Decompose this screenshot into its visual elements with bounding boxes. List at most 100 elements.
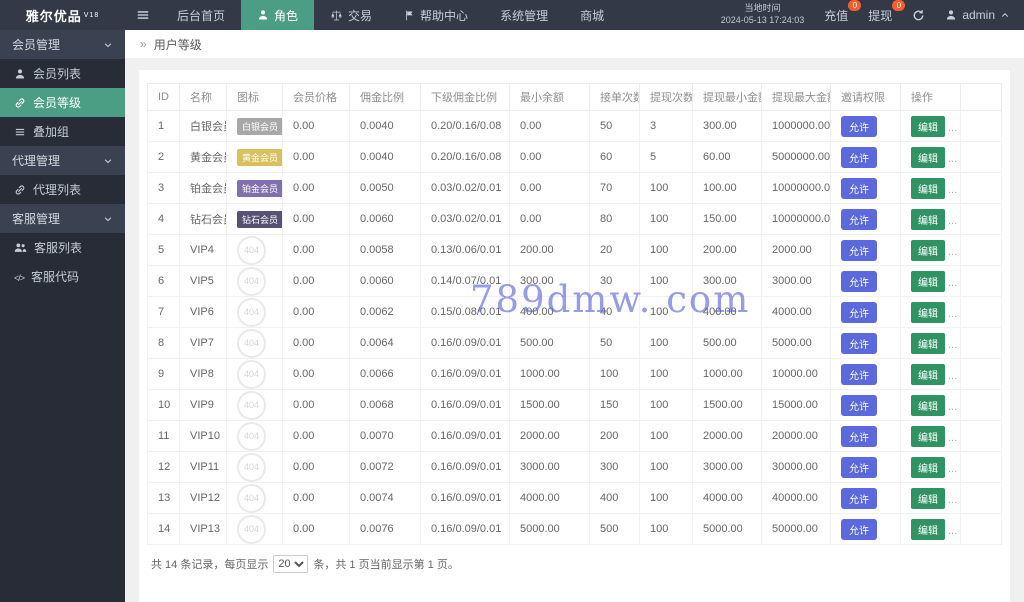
cell-sub-commission-rate: 0.03/0.02/0.01 <box>420 203 510 235</box>
cell-name: VIP4 <box>179 234 227 266</box>
allow-badge[interactable]: 允许 <box>841 363 877 385</box>
column-header: 图标 <box>226 83 283 111</box>
content-area: ID名称图标会员价格佣金比例下级佣金比例最小余额接单次数提现次数提现最小金额提现… <box>125 58 1024 602</box>
sidebar-toggle-button[interactable] <box>125 0 161 30</box>
cell-name: VIP5 <box>179 265 227 297</box>
menu-item[interactable]: 系统管理 <box>484 0 564 30</box>
edit-button[interactable]: 编辑 <box>911 425 945 447</box>
cell-invite-permission: 允许 <box>830 265 901 297</box>
cell-icon: 404 <box>226 234 283 266</box>
edit-button[interactable]: 编辑 <box>911 487 945 509</box>
cell-name: 白银会员 <box>179 110 227 142</box>
edit-button[interactable]: 编辑 <box>911 115 945 137</box>
cell-order-count: 60 <box>589 141 640 173</box>
column-header: 提现最小金额 <box>692 83 762 111</box>
sidebar-item[interactable]: 叠加组 <box>0 117 125 146</box>
edit-button[interactable]: 编辑 <box>911 363 945 385</box>
sidebar-item[interactable]: 客服管理 <box>0 204 125 233</box>
cell-commission-rate: 0.0068 <box>349 389 421 421</box>
menu-item[interactable]: 角色 <box>241 0 315 30</box>
cell-actions: 编辑... <box>900 203 961 235</box>
recharge-link[interactable]: 充值 0 <box>824 0 862 24</box>
user-menu[interactable]: admin <box>945 8 1010 22</box>
sidebar-item[interactable]: 客服列表 <box>0 233 125 262</box>
cell-commission-rate: 0.0060 <box>349 265 421 297</box>
app-title: 雅尔优品 <box>25 8 82 24</box>
cell-withdraw-count: 100 <box>639 234 693 266</box>
allow-badge[interactable]: 允许 <box>841 487 877 509</box>
edit-button[interactable]: 编辑 <box>911 208 945 230</box>
allow-badge[interactable]: 允许 <box>841 394 877 416</box>
chevron-up-icon <box>1000 10 1010 20</box>
allow-badge[interactable]: 允许 <box>841 301 877 323</box>
menu-item[interactable]: 后台首页 <box>161 0 241 30</box>
sidebar-item[interactable]: </> 客服代码 <box>0 262 125 291</box>
allow-badge[interactable]: 允许 <box>841 115 877 137</box>
broken-image-404-placeholder: 404 <box>237 514 266 544</box>
sidebar-item[interactable]: 会员列表 <box>0 59 125 88</box>
table-row: 11 VIP10 404 0.00 0.0070 0.16/0.09/0.01 2000.0… <box>147 420 1002 452</box>
cell-icon: 404 <box>226 358 283 390</box>
page-size-select[interactable]: 20 <box>273 555 309 573</box>
allow-badge[interactable]: 允许 <box>841 332 877 354</box>
edit-button[interactable]: 编辑 <box>911 518 945 540</box>
withdraw-count-badge: 0 <box>892 0 906 11</box>
edit-button[interactable]: 编辑 <box>911 270 945 292</box>
person-icon <box>14 68 26 80</box>
withdraw-link[interactable]: 提现 0 <box>868 0 906 24</box>
level-badge: 铂金会员 <box>237 179 282 197</box>
edit-button[interactable]: 编辑 <box>911 301 945 323</box>
sidebar-item-label: 客服代码 <box>31 270 80 284</box>
sidebar-item[interactable]: 代理列表 <box>0 175 125 204</box>
allow-badge[interactable]: 允许 <box>841 177 877 199</box>
cell-actions: 编辑... <box>900 110 961 142</box>
edit-button[interactable]: 编辑 <box>911 456 945 478</box>
column-header: 提现最大金额 <box>761 83 831 111</box>
cell-filler <box>960 420 1002 452</box>
cell-icon: 404 <box>226 296 283 328</box>
cell-icon: 404 <box>226 265 283 297</box>
code-icon: </> <box>14 272 25 283</box>
sidebar-item[interactable]: 代理管理 <box>0 146 125 175</box>
allow-badge[interactable]: 允许 <box>841 208 877 230</box>
cell-withdraw-max: 4000.00 <box>761 296 831 328</box>
edit-button[interactable]: 编辑 <box>911 394 945 416</box>
cell-filler <box>960 265 1002 297</box>
refresh-button[interactable] <box>912 9 925 22</box>
edit-button[interactable]: 编辑 <box>911 146 945 168</box>
cell-order-count: 50 <box>589 327 640 359</box>
cell-member-price: 0.00 <box>282 265 350 297</box>
table-row: 10 VIP9 404 0.00 0.0068 0.16/0.09/0.01 1500.00… <box>147 389 1002 421</box>
cell-invite-permission: 允许 <box>830 389 901 421</box>
cell-order-count: 200 <box>589 420 640 452</box>
cell-min-balance: 0.00 <box>509 110 590 142</box>
menu-item[interactable]: 商城 <box>564 0 620 30</box>
cell-withdraw-min: 200.00 <box>692 234 762 266</box>
menu-item[interactable]: 交易 <box>314 0 388 30</box>
sidebar: 会员管理 会员列表 会员等级 叠加组 代理管理 代理列表 客服管理 客服列表 </> 客服代码 <box>0 30 125 602</box>
cell-invite-permission: 允许 <box>830 110 901 142</box>
allow-badge[interactable]: 允许 <box>841 518 877 540</box>
broken-image-404-placeholder: 404 <box>237 297 266 327</box>
cell-id: 8 <box>147 327 180 359</box>
allow-badge[interactable]: 允许 <box>841 239 877 261</box>
top-menu: 后台首页 角色 交易 帮助中心 系统管理 商城 <box>161 0 620 30</box>
menu-item-label: 后台首页 <box>177 8 226 23</box>
allow-badge[interactable]: 允许 <box>841 146 877 168</box>
allow-badge[interactable]: 允许 <box>841 425 877 447</box>
allow-badge[interactable]: 允许 <box>841 270 877 292</box>
more-actions: ... <box>948 214 958 227</box>
allow-badge[interactable]: 允许 <box>841 456 877 478</box>
broken-image-404-placeholder: 404 <box>237 483 266 513</box>
cell-order-count: 100 <box>589 358 640 390</box>
sidebar-item[interactable]: 会员管理 <box>0 30 125 59</box>
edit-button[interactable]: 编辑 <box>911 177 945 199</box>
table-row: 3铂金会员铂金会员0.000.00500.03/0.02/0.010.00701… <box>147 172 1002 204</box>
menu-item[interactable]: 帮助中心 <box>388 0 484 30</box>
edit-button[interactable]: 编辑 <box>911 332 945 354</box>
cell-filler <box>960 451 1002 483</box>
cell-withdraw-min: 150.00 <box>692 203 762 235</box>
sidebar-item[interactable]: 会员等级 <box>0 88 125 117</box>
edit-button[interactable]: 编辑 <box>911 239 945 261</box>
cell-withdraw-count: 3 <box>639 110 693 142</box>
